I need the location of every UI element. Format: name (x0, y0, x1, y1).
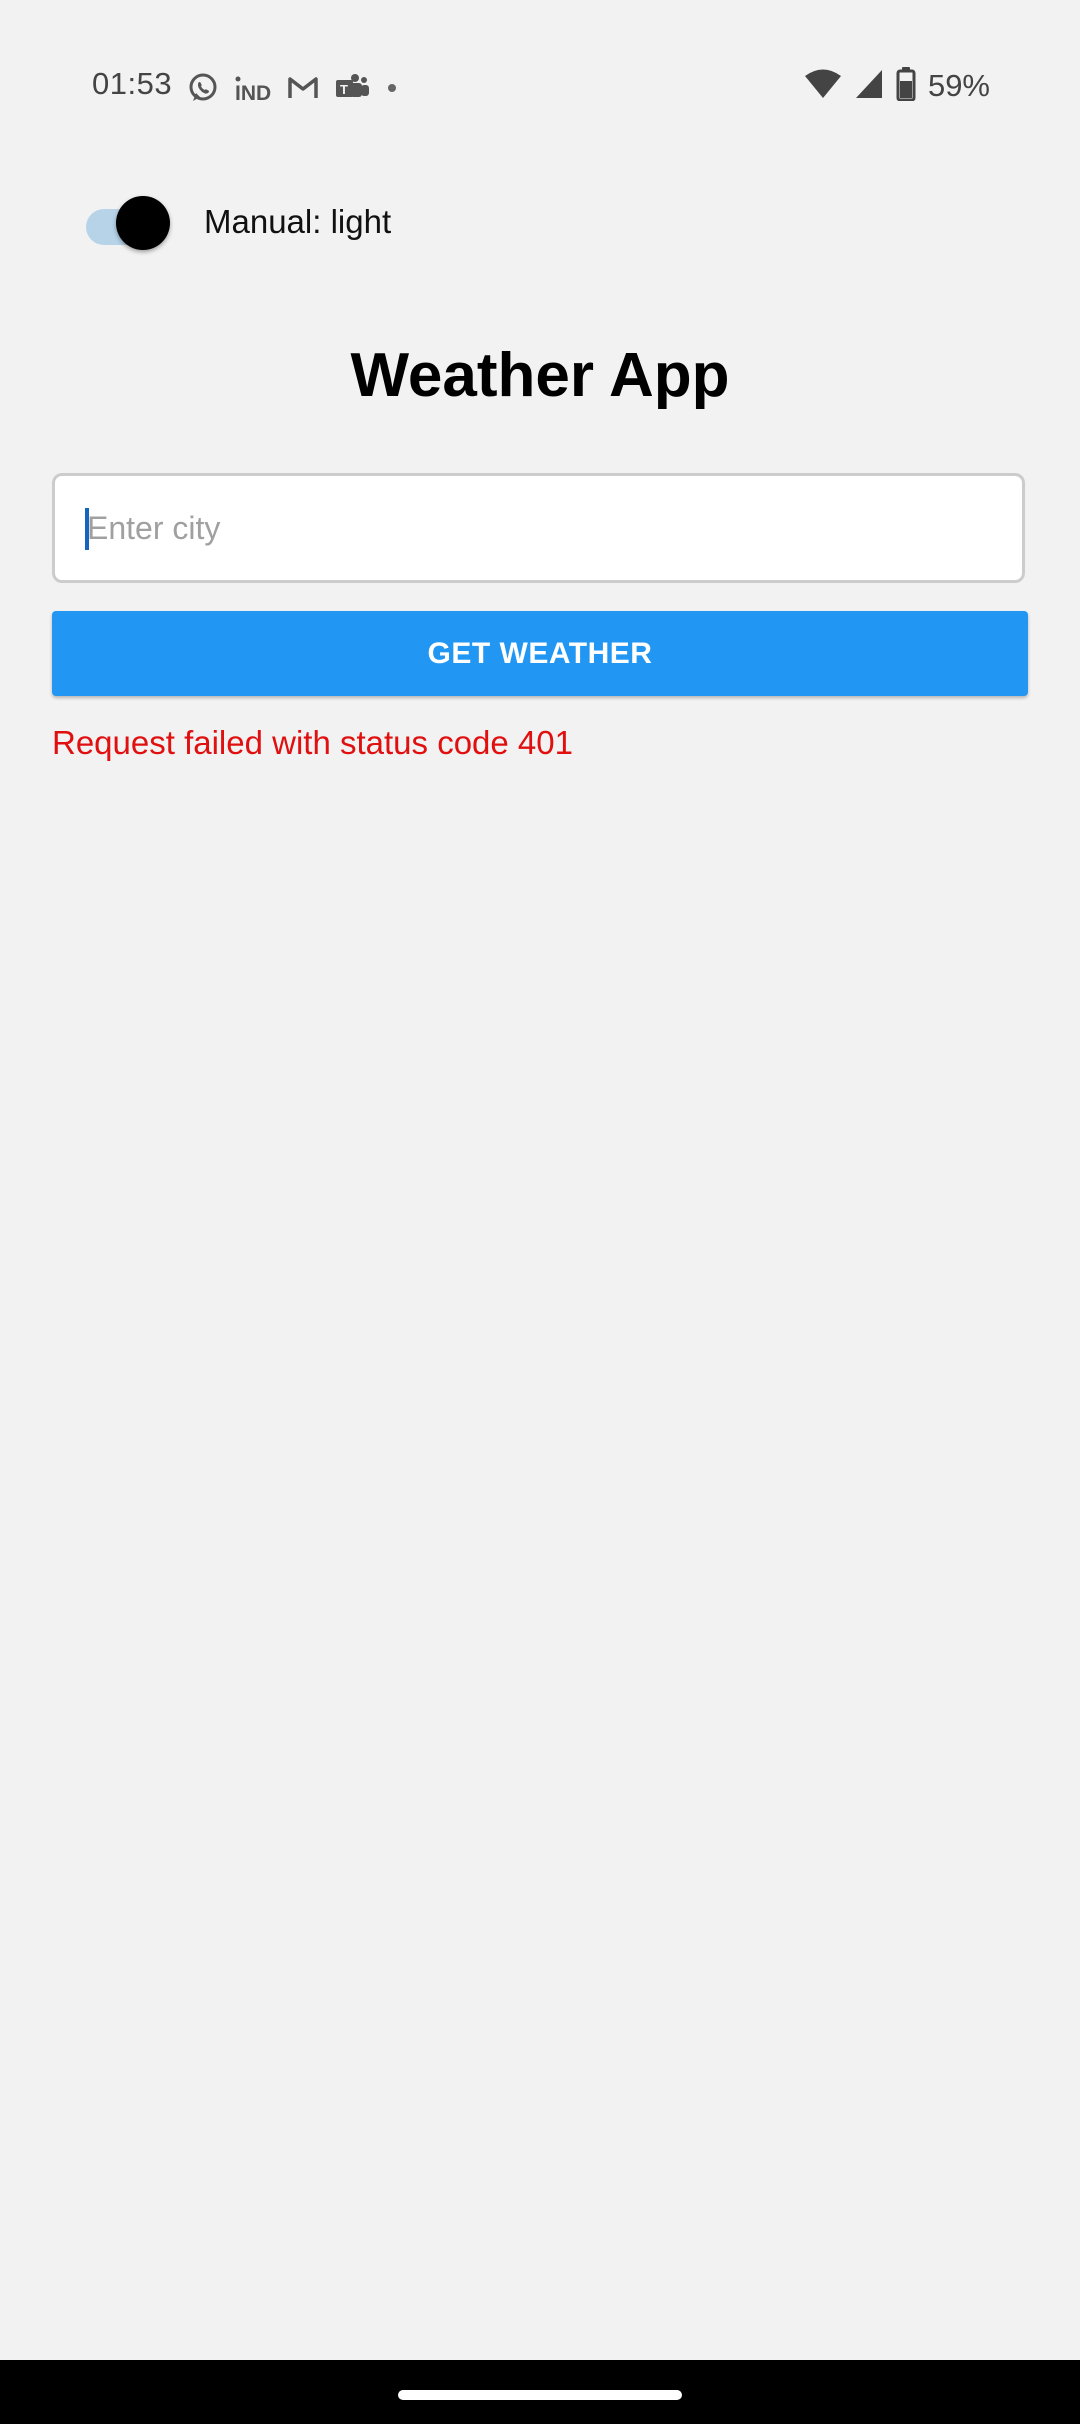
toggle-thumb[interactable] (116, 196, 170, 250)
gmail-icon (286, 71, 320, 105)
battery-icon (896, 66, 916, 106)
text-cursor (85, 508, 89, 550)
notification-icons: IND T (186, 70, 400, 106)
city-input[interactable] (52, 473, 1025, 583)
system-icons: 59% (804, 66, 990, 106)
indeed-icon: IND (234, 71, 272, 105)
more-dot-icon (384, 71, 400, 105)
theme-toggle-row: Manual: light (86, 192, 391, 252)
theme-toggle-label: Manual: light (204, 203, 392, 240)
teams-icon: T (334, 71, 370, 105)
cellular-signal-icon (854, 68, 884, 105)
status-time: 01:53 (92, 66, 173, 101)
theme-toggle-switch[interactable] (86, 192, 172, 252)
error-message: Request failed with status code 401 (52, 724, 573, 761)
get-weather-button[interactable]: GET WEATHER (52, 611, 1028, 696)
svg-text:T: T (340, 82, 348, 97)
status-bar: 01:53 IND T 59% (0, 0, 1080, 176)
svg-text:IND: IND (235, 82, 271, 105)
page-title: Weather App (350, 341, 730, 410)
home-gesture-handle[interactable] (398, 2390, 682, 2400)
navigation-bar (0, 2360, 1080, 2424)
battery-percent: 59% (927, 68, 990, 103)
whatsapp-icon (186, 71, 220, 105)
wifi-icon (804, 68, 842, 105)
